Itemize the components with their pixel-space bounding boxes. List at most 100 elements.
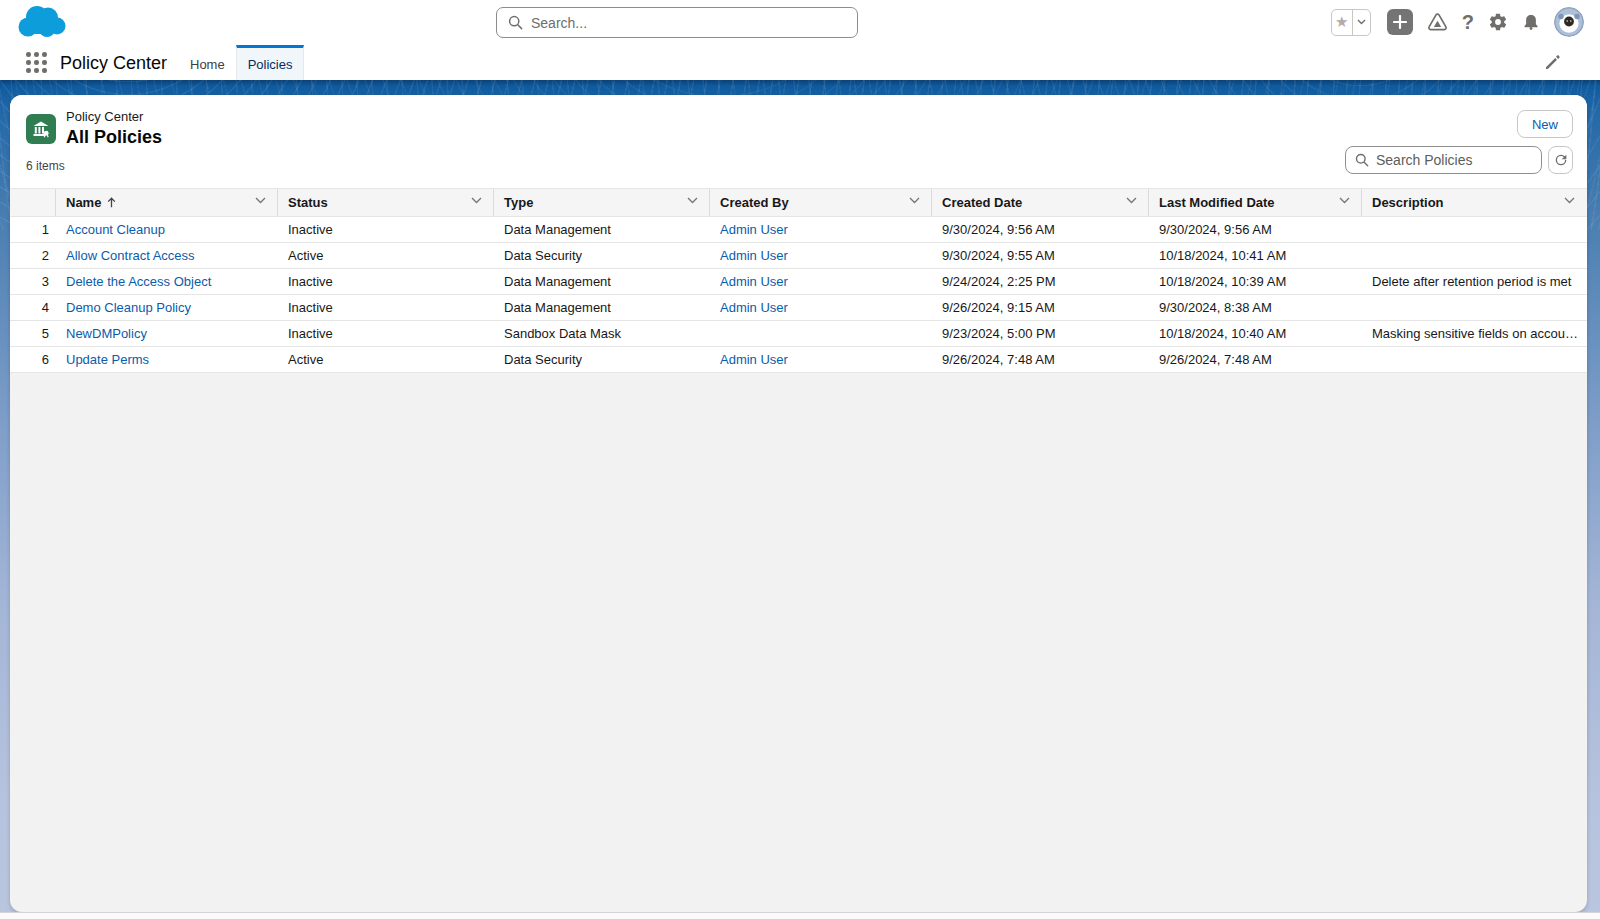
app-navigation-bar: Policy Center HomePolicies — [0, 45, 1600, 80]
trailhead-icon — [1427, 12, 1448, 32]
row-number-cell: 1 — [10, 217, 56, 243]
type-cell: Sandbox Data Mask — [494, 321, 710, 347]
policy-object-icon — [26, 114, 56, 144]
item-count: 6 items — [26, 159, 65, 173]
description-cell: Masking sensitive fields on accou… — [1362, 321, 1587, 347]
user-avatar[interactable] — [1554, 7, 1584, 37]
column-header-description[interactable]: Description — [1362, 189, 1587, 217]
favorites-group: ★ — [1331, 9, 1371, 36]
trailhead-button[interactable] — [1427, 12, 1448, 32]
column-header-created-by[interactable]: Created By — [710, 189, 932, 217]
created-by-link[interactable]: Admin User — [720, 274, 788, 289]
modified-date-cell: 9/30/2024, 8:38 AM — [1149, 295, 1362, 321]
list-search-input[interactable] — [1369, 152, 1519, 168]
created-by-link[interactable]: Admin User — [720, 352, 788, 367]
edit-navigation-pencil-icon[interactable] — [1544, 54, 1560, 73]
favorites-dropdown-button[interactable] — [1352, 10, 1370, 35]
type-cell: Data Management — [494, 295, 710, 321]
row-number-cell: 3 — [10, 269, 56, 295]
column-menu-button[interactable] — [1564, 197, 1575, 204]
description-cell: Delete after retention period is met — [1362, 269, 1587, 295]
chevron-down-icon — [687, 197, 698, 204]
status-cell: Active — [278, 243, 494, 269]
type-cell: Data Security — [494, 347, 710, 373]
created-by-link[interactable]: Admin User — [720, 222, 788, 237]
status-cell: Inactive — [278, 321, 494, 347]
global-search — [496, 7, 858, 38]
column-menu-button[interactable] — [471, 197, 482, 204]
policy-name-link[interactable]: Delete the Access Object — [66, 274, 211, 289]
created-date-cell: 9/26/2024, 9:15 AM — [932, 295, 1149, 321]
created-by-cell: Admin User — [710, 243, 932, 269]
nav-tab-policies[interactable]: Policies — [236, 45, 305, 80]
table-row: 2Allow Contract AccessActiveData Securit… — [10, 243, 1587, 269]
table-row: 6Update PermsActiveData SecurityAdmin Us… — [10, 347, 1587, 373]
gear-icon — [1488, 12, 1508, 32]
nav-tabs: HomePolicies — [179, 45, 304, 80]
created-by-cell — [710, 321, 932, 347]
global-header: ★ ? — [0, 0, 1600, 45]
chevron-down-icon — [1339, 197, 1350, 204]
new-button[interactable]: New — [1517, 110, 1573, 138]
salesforce-logo[interactable] — [14, 2, 68, 42]
chevron-down-icon — [1564, 197, 1575, 204]
created-by-cell: Admin User — [710, 217, 932, 243]
policy-name-link[interactable]: Demo Cleanup Policy — [66, 300, 191, 315]
list-search — [1345, 146, 1542, 174]
column-header-last-modified-date[interactable]: Last Modified Date — [1149, 189, 1362, 217]
search-icon — [1355, 153, 1369, 167]
status-cell: Inactive — [278, 295, 494, 321]
policy-name-link[interactable]: Allow Contract Access — [66, 248, 195, 263]
row-number-cell: 6 — [10, 347, 56, 373]
column-header-name[interactable]: Name — [56, 189, 278, 217]
favorites-star-button[interactable]: ★ — [1332, 10, 1352, 35]
chevron-down-icon — [1126, 197, 1137, 204]
column-menu-button[interactable] — [1126, 197, 1137, 204]
column-header-status[interactable]: Status — [278, 189, 494, 217]
column-header-created-date[interactable]: Created Date — [932, 189, 1149, 217]
modified-date-cell: 10/18/2024, 10:41 AM — [1149, 243, 1362, 269]
column-header-type[interactable]: Type — [494, 189, 710, 217]
page-background: Policy Center All Policies New 6 items N… — [0, 80, 1600, 919]
column-menu-button[interactable] — [909, 197, 920, 204]
description-cell — [1362, 295, 1587, 321]
name-cell: Demo Cleanup Policy — [56, 295, 278, 321]
app-launcher-waffle-icon[interactable] — [25, 51, 48, 74]
help-button[interactable]: ? — [1462, 11, 1474, 34]
type-cell: Data Management — [494, 217, 710, 243]
name-cell: Delete the Access Object — [56, 269, 278, 295]
search-icon — [508, 15, 523, 30]
chevron-down-icon — [909, 197, 920, 204]
setup-gear-button[interactable] — [1488, 12, 1508, 32]
column-header-rownumber — [10, 189, 56, 217]
column-menu-button[interactable] — [687, 197, 698, 204]
name-cell: Account Cleanup — [56, 217, 278, 243]
bell-icon — [1522, 12, 1540, 32]
description-cell — [1362, 347, 1587, 373]
chevron-down-icon — [255, 197, 266, 204]
page-title: All Policies — [66, 127, 162, 148]
page-title-block: Policy Center All Policies — [66, 108, 162, 148]
application-window: ★ ? Policy Center HomePolicies — [0, 0, 1600, 919]
description-cell — [1362, 217, 1587, 243]
column-menu-button[interactable] — [255, 197, 266, 204]
nav-tab-home[interactable]: Home — [179, 45, 236, 80]
chevron-down-icon — [1357, 19, 1366, 25]
policy-name-link[interactable]: NewDMPolicy — [66, 326, 147, 341]
created-by-link[interactable]: Admin User — [720, 248, 788, 263]
name-cell: Allow Contract Access — [56, 243, 278, 269]
refresh-button[interactable] — [1548, 146, 1573, 174]
global-actions-button[interactable] — [1387, 9, 1413, 35]
table-row: 3Delete the Access ObjectInactiveData Ma… — [10, 269, 1587, 295]
global-search-input[interactable] — [523, 15, 857, 31]
policy-name-link[interactable]: Account Cleanup — [66, 222, 165, 237]
table-row: 1Account CleanupInactiveData ManagementA… — [10, 217, 1587, 243]
policy-name-link[interactable]: Update Perms — [66, 352, 149, 367]
column-menu-button[interactable] — [1339, 197, 1350, 204]
modified-date-cell: 9/30/2024, 9:56 AM — [1149, 217, 1362, 243]
notifications-bell-button[interactable] — [1522, 12, 1540, 32]
description-cell — [1362, 243, 1587, 269]
created-by-link[interactable]: Admin User — [720, 300, 788, 315]
created-date-cell: 9/26/2024, 7:48 AM — [932, 347, 1149, 373]
policies-table: NameStatusTypeCreated ByCreated DateLast… — [10, 188, 1587, 373]
